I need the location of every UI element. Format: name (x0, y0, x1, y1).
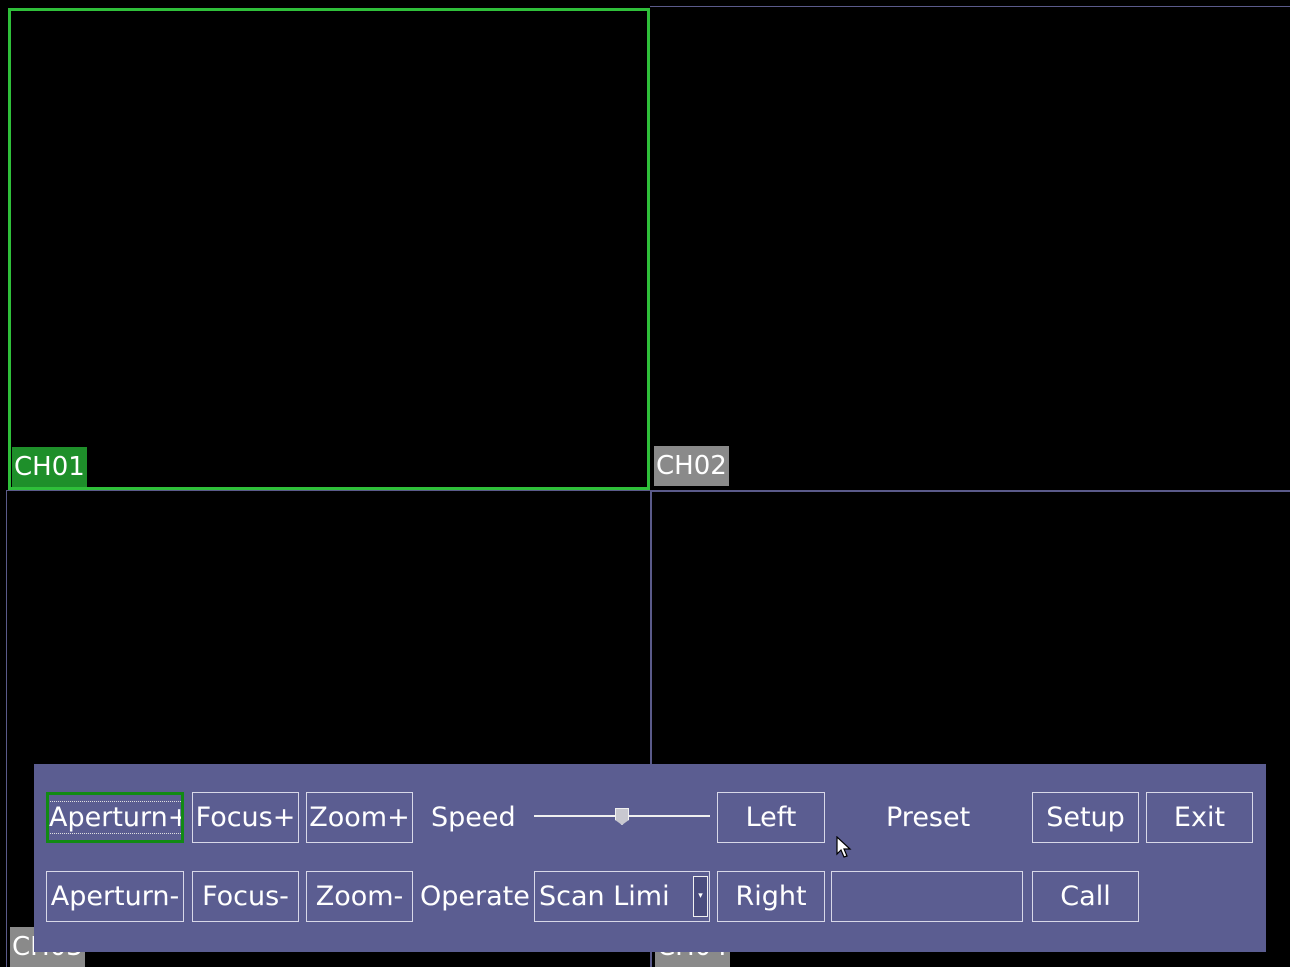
channel-label: CH02 (654, 446, 729, 486)
speed-label: Speed (431, 802, 516, 833)
zoom-plus-button[interactable]: Zoom+ (306, 792, 413, 843)
channel-view-2[interactable]: CH02 (650, 6, 1290, 490)
exit-button[interactable]: Exit (1146, 792, 1253, 843)
preset-number-input[interactable] (831, 871, 1023, 922)
focus-minus-button[interactable]: Focus- (192, 871, 299, 922)
ptz-control-panel: Aperturn+ Focus+ Zoom+ Speed Left Preset… (34, 764, 1266, 952)
pan-right-button[interactable]: Right (717, 871, 825, 922)
setup-button[interactable]: Setup (1032, 792, 1139, 843)
operate-select-value: Scan Limi (539, 881, 670, 912)
channel-view-1[interactable]: CH01 (8, 8, 650, 490)
nvr-screen: CH01 CH02 CH03 CH04 Aperturn+ Focus+ Zoo… (0, 0, 1290, 967)
speed-slider-handle[interactable] (615, 808, 629, 825)
zoom-minus-button[interactable]: Zoom- (306, 871, 413, 922)
pan-left-button[interactable]: Left (717, 792, 825, 843)
aperture-plus-label: Aperturn+ (49, 801, 181, 834)
mouse-pointer-icon (836, 836, 852, 858)
operate-select[interactable]: Scan Limi ▾ (534, 871, 710, 922)
preset-label: Preset (886, 802, 971, 833)
operate-label: Operate (420, 881, 530, 912)
chevron-down-icon[interactable]: ▾ (693, 876, 708, 917)
call-preset-button[interactable]: Call (1032, 871, 1139, 922)
aperture-minus-button[interactable]: Aperturn- (46, 871, 184, 922)
aperture-plus-button[interactable]: Aperturn+ (46, 792, 184, 843)
focus-plus-button[interactable]: Focus+ (192, 792, 299, 843)
channel-label: CH01 (12, 447, 87, 487)
